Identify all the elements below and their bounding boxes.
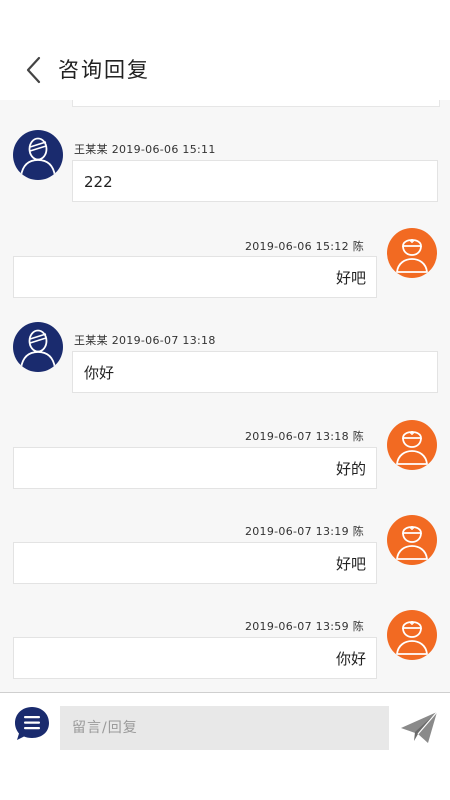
user-avatar[interactable] bbox=[13, 130, 63, 180]
sender-name: 陈 bbox=[352, 240, 364, 253]
doctor-avatar[interactable] bbox=[387, 610, 437, 660]
message-bubble: 好的 bbox=[13, 447, 377, 489]
chat-menu-icon bbox=[15, 707, 49, 740]
message-meta: 2019-06-07 13:18 陈 bbox=[245, 428, 364, 444]
doctor-avatar[interactable] bbox=[387, 228, 437, 278]
sender-name: 陈 bbox=[352, 430, 364, 443]
message-bubble-partial bbox=[72, 100, 440, 107]
header-bar: 咨询回复 bbox=[0, 0, 450, 100]
chevron-left-icon bbox=[26, 56, 41, 84]
message-meta: 2019-06-07 13:19 陈 bbox=[245, 523, 364, 539]
chat-menu-button[interactable] bbox=[13, 705, 51, 743]
patient-avatar-icon bbox=[20, 137, 56, 177]
user-avatar[interactable] bbox=[13, 322, 63, 372]
doctor-avatar-icon bbox=[395, 621, 429, 655]
reply-input[interactable] bbox=[60, 706, 389, 750]
sender-name: 王某某 bbox=[74, 334, 108, 347]
message-time: 2019-06-07 13:59 bbox=[244, 620, 349, 633]
composer-bar bbox=[0, 693, 450, 800]
message-list[interactable]: 王某某 2019-06-06 15:11 222 2019-06-06 15:1… bbox=[0, 100, 450, 692]
message-time: 2019-06-07 13:18 bbox=[111, 334, 216, 347]
sender-name: 王某某 bbox=[74, 143, 108, 156]
message-meta: 王某某 2019-06-07 13:18 bbox=[74, 332, 216, 348]
message-time: 2019-06-07 13:19 bbox=[244, 525, 349, 538]
sender-name: 陈 bbox=[352, 620, 364, 633]
sender-name: 陈 bbox=[352, 525, 364, 538]
send-button[interactable] bbox=[398, 707, 440, 749]
back-button[interactable] bbox=[16, 52, 52, 88]
message-time: 2019-06-06 15:12 bbox=[244, 240, 349, 253]
message-meta: 王某某 2019-06-06 15:11 bbox=[74, 141, 216, 157]
message-bubble: 你好 bbox=[13, 637, 377, 679]
doctor-avatar-icon bbox=[395, 526, 429, 560]
doctor-avatar-icon bbox=[395, 239, 429, 273]
message-time: 2019-06-07 13:18 bbox=[244, 430, 349, 443]
doctor-avatar[interactable] bbox=[387, 420, 437, 470]
message-bubble: 你好 bbox=[72, 351, 438, 393]
doctor-avatar-icon bbox=[395, 431, 429, 465]
message-meta: 2019-06-06 15:12 陈 bbox=[245, 238, 364, 254]
message-time: 2019-06-06 15:11 bbox=[111, 143, 216, 156]
message-bubble: 好吧 bbox=[13, 542, 377, 584]
message-bubble: 好吧 bbox=[13, 256, 377, 298]
patient-avatar-icon bbox=[20, 329, 56, 369]
doctor-avatar[interactable] bbox=[387, 515, 437, 565]
page-title: 咨询回复 bbox=[58, 58, 150, 82]
message-bubble: 222 bbox=[72, 160, 438, 202]
message-meta: 2019-06-07 13:59 陈 bbox=[245, 618, 364, 634]
paper-plane-icon bbox=[401, 711, 438, 743]
